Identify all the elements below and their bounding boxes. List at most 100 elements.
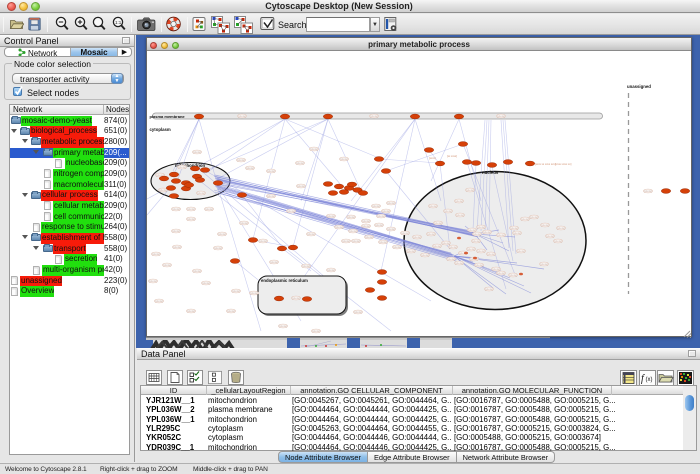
svg-text:[xx xx]: [xx xx] [179,166,186,169]
svg-text:[xx xx]: [xx xx] [311,148,318,151]
svg-text:unassigned: unassigned [627,84,651,89]
svg-text:[xx xx]: [xx xx] [188,208,195,211]
svg-text:[xx xx]: [xx xx] [486,288,493,291]
svg-text:[xx xxxx]: [xx xxxx] [447,154,457,158]
svg-text:[xx xx]: [xx xx] [288,210,295,213]
svg-text:[xx xx]: [xx xx] [388,228,395,231]
svg-text:[xx xx]: [xx xx] [215,247,222,250]
svg-text:[xx xx]: [xx xx] [448,258,455,261]
svg-text:[xx xx]: [xx xx] [336,226,343,229]
svg-text:[xx xx]: [xx xx] [408,250,415,253]
svg-text:[xx xx]: [xx xx] [474,233,481,236]
svg-text:[xx xx]: [xx xx] [531,216,538,219]
svg-text:[xx xx]: [xx xx] [153,253,160,256]
svg-text:1:1: 1:1 [115,20,122,25]
svg-text:[xx xx]: [xx xx] [353,240,360,243]
svg-text:[xx xx]: [xx xx] [308,233,315,236]
svg-text:[xx xx]: [xx xx] [303,265,310,268]
svg-text:[xx xx]: [xx xx] [280,325,287,328]
svg-text:[xx xx]: [xx xx] [174,246,181,249]
svg-text:[xx xx]: [xx xx] [198,192,205,195]
svg-text:[xx xx]: [xx xx] [241,222,248,225]
svg-text:[xx xx]: [xx xx] [239,115,246,118]
svg-text:[xx xx]: [xx xx] [498,234,505,237]
svg-text:[xx xx]: [xx xx] [469,229,476,232]
svg-text:[xxxx]: [xxxx] [429,156,436,160]
svg-text:[xx xx]: [xx xx] [238,159,245,162]
svg-text:[xx xx]: [xx xx] [645,190,652,193]
svg-text:[xx xx]: [xx xx] [467,189,474,192]
svg-text:[xx xx]: [xx xx] [450,246,457,249]
svg-text:[xx xx]: [xx xx] [478,250,485,253]
svg-text:[xx xx]: [xx xx] [488,253,495,256]
svg-text:[xx xx]: [xx xx] [268,195,275,198]
svg-text:[xx xx]: [xx xx] [373,205,380,208]
svg-text:[xx xx]: [xx xx] [376,224,383,227]
svg-text:[xx xx]: [xx xx] [394,246,401,249]
svg-text:[xxxx xx xxxx xxx][xxxx xxxx x: [xxxx xx xxxx xxx][xxxx xxxx xx] [535,162,572,166]
svg-text:[xx xx]: [xx xx] [233,290,240,293]
svg-text:[xx xx]: [xx xx] [297,162,304,165]
svg-text:[xx xx]: [xx xx] [260,240,267,243]
svg-text:(x): (x) [646,377,653,383]
svg-text:[xx xx]: [xx xx] [268,170,275,173]
svg-text:[xx xx]: [xx xx] [247,167,254,170]
svg-text:[xx xx]: [xx xx] [498,115,505,118]
svg-text:[xx xx]: [xx xx] [478,226,485,229]
svg-text:[xx xx]: [xx xx] [188,218,195,221]
svg-text:[xx xx]: [xx xx] [228,310,235,313]
svg-text:[xx xx]: [xx xx] [363,225,370,228]
svg-text:[xx xx]: [xx xx] [435,222,442,225]
svg-text:[xx xx]: [xx xx] [422,254,429,257]
svg-text:endoplasmic reticulum: endoplasmic reticulum [261,278,308,283]
svg-text:[xx xx]: [xx xx] [173,208,180,211]
svg-text:[xx xx]: [xx xx] [341,158,348,161]
svg-text:[xx xx]: [xx xx] [555,240,562,243]
svg-text:[xx xx]: [xx xx] [156,300,163,303]
svg-text:[xx xx]: [xx xx] [484,231,491,234]
svg-text:[xx xx]: [xx xx] [150,280,157,283]
svg-text:[xx xx]: [xx xx] [541,263,548,266]
svg-text:[xx xx]: [xx xx] [388,202,395,205]
svg-text:[xx xx]: [xx xx] [547,235,554,238]
svg-text:[xx xx]: [xx xx] [363,220,370,223]
svg-text:[xx xx]: [xx xx] [355,311,362,314]
svg-text:[xx xx]: [xx xx] [402,232,409,235]
svg-text:[xx xx]: [xx xx] [313,330,320,333]
svg-text:[xx xx]: [xx xx] [430,205,437,208]
svg-text:[xx xx]: [xx xx] [380,241,387,244]
svg-text:[xx xx]: [xx xx] [298,185,305,188]
svg-text:[xx xx]: [xx xx] [251,292,258,295]
svg-text:cytoplasm: cytoplasm [150,127,171,132]
svg-text:[xx xx]: [xx xx] [203,282,210,285]
svg-text:[xx xx]: [xx xx] [383,210,390,213]
svg-text:[xx xx]: [xx xx] [522,218,529,221]
svg-text:[xx xx]: [xx xx] [371,115,378,118]
svg-text:[xx xx]: [xx xx] [173,230,180,233]
svg-text:[xx xx]: [xx xx] [518,250,525,253]
svg-text:[xx xx]: [xx xx] [160,189,167,192]
svg-text:[xx xx]: [xx xx] [350,230,357,233]
svg-text:[xx xx]: [xx xx] [434,245,441,248]
svg-text:[xx xx]: [xx xx] [468,248,475,251]
svg-text:[xx xx]: [xx xx] [456,262,463,265]
svg-text:[xx xx]: [xx xx] [378,215,385,218]
svg-text:[xx xx]: [xx xx] [457,214,464,217]
svg-text:[xx xx]: [xx xx] [476,264,483,267]
svg-text:[xx xx]: [xx xx] [206,208,213,211]
svg-text:[xx xx]: [xx xx] [164,264,171,267]
svg-text:[xx xx]: [xx xx] [328,215,335,218]
svg-text:[xx xx]: [xx xx] [445,210,452,213]
svg-text:[xx xx]: [xx xx] [293,297,300,300]
svg-text:[xx xx]: [xx xx] [328,269,335,272]
svg-text:[xx xx]: [xx xx] [473,240,480,243]
svg-text:[xx xx]: [xx xx] [194,270,201,273]
svg-text:[xx xx]: [xx xx] [558,227,565,230]
svg-text:[xx xx]: [xx xx] [511,227,518,230]
svg-text:[xx xx]: [xx xx] [542,224,549,227]
svg-text:[xx xx]: [xx xx] [366,236,373,239]
svg-text:[xx xx]: [xx xx] [343,240,350,243]
svg-text:[xx xx]: [xx xx] [348,216,355,219]
svg-text:[xx xx]: [xx xx] [510,274,517,277]
svg-text:[xx xx]: [xx xx] [514,232,521,235]
